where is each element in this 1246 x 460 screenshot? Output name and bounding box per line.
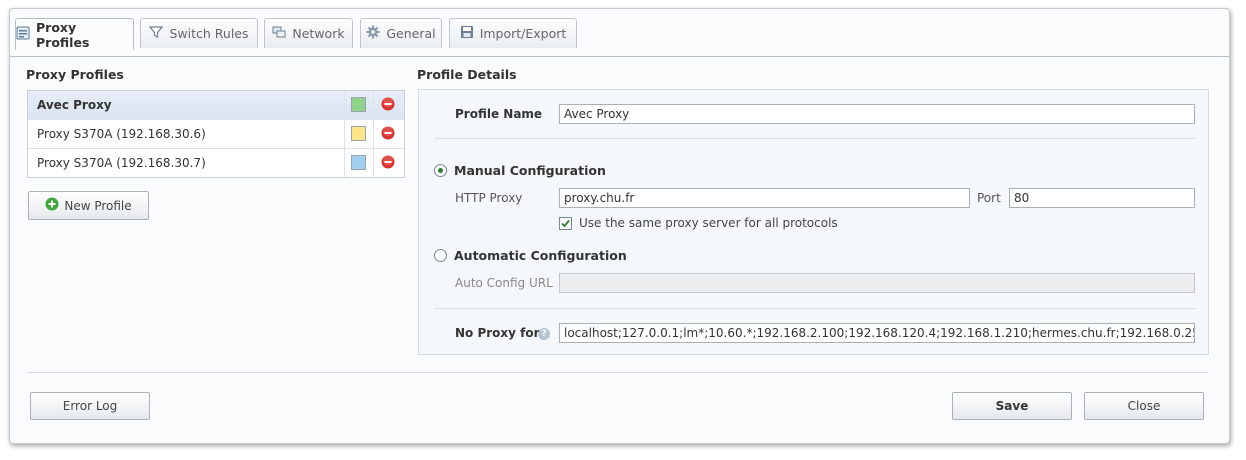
close-button[interactable]: Close xyxy=(1084,392,1204,420)
profile-name-label: Profile Name xyxy=(455,107,543,121)
new-profile-label: New Profile xyxy=(64,198,132,213)
gear-icon xyxy=(366,25,380,42)
profile-row[interactable]: Avec Proxy xyxy=(28,91,404,120)
profile-name-input[interactable]: Avec Proxy xyxy=(559,104,1195,124)
delete-profile-button[interactable] xyxy=(381,155,395,169)
error-log-button[interactable]: Error Log xyxy=(30,392,150,420)
profile-color-swatch[interactable] xyxy=(351,97,366,112)
profile-name: Avec Proxy xyxy=(37,98,112,112)
add-icon xyxy=(45,197,59,214)
tab-label: Switch Rules xyxy=(169,26,249,41)
column-divider xyxy=(344,91,345,119)
column-divider xyxy=(373,120,374,148)
tab-switch-rules[interactable]: Switch Rules xyxy=(140,18,258,48)
tab-bar: Proxy Profiles Switch Rules Network Gene… xyxy=(10,18,1229,57)
remove-icon xyxy=(381,155,395,169)
divider xyxy=(434,138,1196,139)
same-proxy-checkbox[interactable] xyxy=(559,217,572,230)
network-icon xyxy=(272,25,286,42)
remove-icon xyxy=(381,97,395,111)
profile-name: Proxy S370A (192.168.30.7) xyxy=(37,156,206,170)
tab-import-export[interactable]: Import/Export xyxy=(449,18,577,48)
save-button[interactable]: Save xyxy=(952,392,1072,420)
options-window: Proxy Profiles Switch Rules Network Gene… xyxy=(9,8,1230,444)
profile-row[interactable]: Proxy S370A (192.168.30.7) xyxy=(28,149,404,178)
divider xyxy=(434,308,1196,309)
profile-details-panel: Profile Name Avec Proxy Manual Configura… xyxy=(418,89,1209,355)
tab-proxy-profiles[interactable]: Proxy Profiles xyxy=(15,18,134,50)
new-profile-button[interactable]: New Profile xyxy=(28,191,149,220)
profile-row[interactable]: Proxy S370A (192.168.30.6) xyxy=(28,120,404,149)
profile-color-swatch[interactable] xyxy=(351,155,366,170)
tab-label: Proxy Profiles xyxy=(36,19,90,50)
http-proxy-input[interactable]: proxy.chu.fr xyxy=(559,188,970,208)
profile-list: Avec Proxy Proxy S370A (192.168.30.6) Pr… xyxy=(27,90,405,178)
profiles-icon xyxy=(16,26,30,43)
auto-config-radio[interactable] xyxy=(434,249,447,262)
proxy-profiles-heading: Proxy Profiles xyxy=(26,67,124,82)
remove-icon xyxy=(381,126,395,140)
manual-config-radio[interactable] xyxy=(434,164,447,177)
delete-profile-button[interactable] xyxy=(381,126,395,140)
same-proxy-label: Use the same proxy server for all protoc… xyxy=(579,216,838,230)
tab-underline xyxy=(10,56,1229,57)
filter-icon xyxy=(149,25,164,42)
no-proxy-input[interactable]: localhost;127.0.0.1;lm*;10.60.*;192.168.… xyxy=(559,323,1195,343)
tab-general[interactable]: General xyxy=(360,18,442,48)
column-divider xyxy=(344,120,345,148)
profile-color-swatch[interactable] xyxy=(351,126,366,141)
auto-config-url-input[interactable] xyxy=(559,273,1195,293)
tab-label: Network xyxy=(292,26,345,41)
disk-icon xyxy=(460,25,474,42)
check-icon xyxy=(561,219,570,228)
port-input[interactable]: 80 xyxy=(1009,188,1195,208)
profile-details-heading: Profile Details xyxy=(417,67,517,82)
delete-profile-button[interactable] xyxy=(381,97,395,111)
http-proxy-label: HTTP Proxy xyxy=(455,191,523,205)
no-proxy-label: No Proxy for xyxy=(455,326,540,340)
column-divider xyxy=(344,149,345,177)
column-divider xyxy=(373,149,374,177)
auto-config-url-label: Auto Config URL xyxy=(455,276,553,290)
column-divider xyxy=(373,91,374,119)
help-icon[interactable]: ? xyxy=(538,328,550,340)
tab-label: General xyxy=(386,26,436,41)
tab-network[interactable]: Network xyxy=(264,18,353,48)
profile-name: Proxy S370A (192.168.30.6) xyxy=(37,127,206,141)
footer-divider xyxy=(27,372,1208,373)
manual-config-label: Manual Configuration xyxy=(454,163,606,178)
port-label: Port xyxy=(977,191,1001,205)
tab-label: Import/Export xyxy=(479,26,567,41)
auto-config-label: Automatic Configuration xyxy=(454,248,627,263)
